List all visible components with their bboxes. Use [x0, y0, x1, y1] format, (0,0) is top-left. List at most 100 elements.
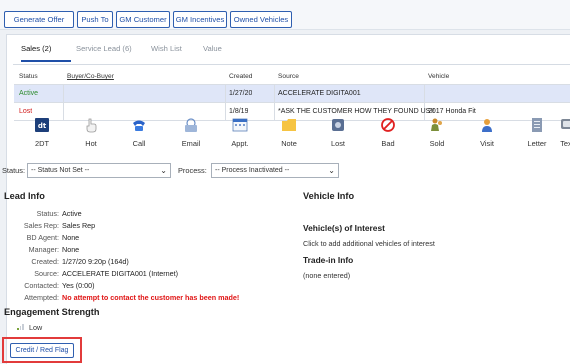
lead-field: Created: 1/27/20 9:20p (164d): [7, 257, 307, 268]
table-header: Status Buyer/Co-Buyer Created Source Veh…: [14, 69, 570, 85]
action-hot[interactable]: Hot: [71, 117, 111, 148]
field-value[interactable]: None: [62, 245, 79, 254]
vehicles-of-interest-title: Vehicle(s) of Interest: [303, 223, 385, 233]
action-call[interactable]: Call: [119, 117, 159, 148]
lead-info-title: Lead Info: [4, 191, 45, 201]
action-label: Hot: [85, 139, 97, 148]
action-label: Bad: [381, 139, 395, 148]
column-header-buyer[interactable]: Buyer/Co-Buyer: [67, 69, 114, 84]
lead-field: Source: ACCELERATE DIGITA001 (Internet): [7, 269, 307, 280]
action-icon-bar: dt 2DT Hot Call Email Appt. Note Lost Ba…: [7, 117, 570, 157]
svg-text:dt: dt: [38, 122, 47, 130]
row-created: 1/27/20: [229, 90, 253, 97]
credit-highlight-box: Credit / Red Flag: [2, 337, 82, 363]
action-label: Text: [560, 139, 570, 148]
action-label: Call: [132, 139, 146, 148]
prohibited-icon: [381, 118, 395, 132]
credit-red-flag-button[interactable]: Credit / Red Flag: [10, 343, 74, 358]
lead-field: Sales Rep: Sales Rep: [7, 221, 307, 232]
action-toolbar: Generate Offer Push To GM Customer GM In…: [0, 0, 570, 30]
hand-pointer-icon: [86, 118, 97, 133]
field-label: Attempted:: [24, 293, 59, 302]
field-value: Active: [62, 209, 82, 218]
engagement-title: Engagement Strength: [4, 307, 100, 317]
chevron-down-icon: ⌄: [328, 166, 335, 175]
table-row[interactable]: Active 1/27/20 ACCELERATE DIGITA001: [14, 85, 570, 103]
field-label: Sales Rep:: [23, 221, 59, 230]
column-header-status[interactable]: Status: [19, 69, 38, 84]
process-select[interactable]: -- Process Inactivated -- ⌄: [211, 163, 339, 178]
field-value[interactable]: Sales Rep: [62, 221, 95, 230]
action-sold[interactable]: Sold: [417, 117, 457, 148]
action-label: Appt.: [231, 139, 249, 148]
attempted-warning: No attempt to contact the customer has b…: [62, 293, 240, 302]
row-source: ACCELERATE DIGITA001: [278, 90, 361, 97]
column-divider: [424, 85, 425, 102]
field-label: Contacted:: [24, 281, 59, 290]
tab-service-lead[interactable]: Service Lead (6): [76, 44, 132, 53]
lead-field: BD Agent: None: [7, 233, 307, 244]
field-label: BD Agent:: [26, 233, 59, 242]
lead-field: Status: Active: [7, 209, 307, 220]
signal-bars-icon: [17, 324, 25, 330]
action-visit[interactable]: Visit: [467, 117, 507, 148]
tab-wish-list[interactable]: Wish List: [151, 44, 182, 53]
action-label: 2DT: [35, 139, 49, 148]
tab-value[interactable]: Value: [203, 44, 222, 53]
chevron-down-icon: ⌄: [160, 166, 167, 175]
field-label: Status:: [36, 209, 59, 218]
action-label: Visit: [480, 139, 494, 148]
lost-box-icon: [332, 119, 344, 131]
action-label: Email: [181, 139, 201, 148]
phone-icon: [133, 120, 145, 131]
action-lost[interactable]: Lost: [318, 117, 358, 148]
column-divider: [63, 85, 64, 102]
field-label: Source:: [34, 269, 59, 278]
column-divider: [274, 85, 275, 102]
action-2dt[interactable]: dt 2DT: [22, 117, 62, 148]
lead-field: Contacted: Yes (0:00): [7, 281, 307, 292]
process-filter-label: Process:: [178, 166, 207, 175]
gm-customer-button[interactable]: GM Customer: [116, 11, 170, 28]
action-label: Lost: [331, 139, 345, 148]
trade-in-value: (none entered): [303, 271, 351, 280]
email-icon: [185, 118, 197, 132]
action-note[interactable]: Note: [269, 117, 309, 148]
dt-logo-icon: dt: [35, 118, 49, 132]
column-header-created[interactable]: Created: [229, 69, 252, 84]
engagement-level: Low: [17, 323, 42, 332]
gm-incentives-button[interactable]: GM Incentives: [173, 11, 227, 28]
push-to-button[interactable]: Push To: [77, 11, 113, 28]
text-bubble-icon: [561, 119, 570, 129]
owned-vehicles-button[interactable]: Owned Vehicles: [230, 11, 292, 28]
action-appt[interactable]: Appt.: [220, 117, 260, 148]
active-tab-indicator: [21, 60, 71, 62]
action-label: Sold: [429, 139, 445, 148]
process-select-value: -- Process Inactivated --: [215, 167, 290, 174]
trade-in-title: Trade-in Info: [303, 255, 354, 265]
field-value: ACCELERATE DIGITA001 (Internet): [62, 269, 178, 278]
letter-document-icon: [532, 118, 542, 132]
add-vehicle-link[interactable]: Click to add additional vehicles of inte…: [303, 239, 435, 248]
action-text[interactable]: Text: [547, 117, 570, 148]
action-label: Note: [281, 139, 297, 148]
column-header-vehicle[interactable]: Vehicle: [428, 69, 449, 84]
column-header-source[interactable]: Source: [278, 69, 299, 84]
field-value: 1/27/20 9:20p (164d): [62, 257, 129, 266]
field-label: Created:: [31, 257, 59, 266]
tab-sales[interactable]: Sales (2): [21, 44, 51, 53]
generate-offer-button[interactable]: Generate Offer: [4, 11, 74, 28]
lead-field: Manager: None: [7, 245, 307, 256]
person-visit-icon: [482, 119, 492, 132]
status-select[interactable]: -- Status Not Set -- ⌄: [27, 163, 171, 178]
lead-filters: Status: -- Status Not Set -- ⌄ Process: …: [2, 163, 570, 179]
field-value: Yes (0:00): [62, 281, 95, 290]
action-bad[interactable]: Bad: [368, 117, 408, 148]
sold-people-icon: [431, 118, 442, 131]
field-value[interactable]: None: [62, 233, 79, 242]
action-email[interactable]: Email: [171, 117, 211, 148]
vehicle-info-title: Vehicle Info: [303, 191, 355, 201]
tabs-divider: [13, 64, 570, 65]
row-status: Active: [19, 90, 39, 97]
engagement-level-text: Low: [29, 323, 43, 332]
